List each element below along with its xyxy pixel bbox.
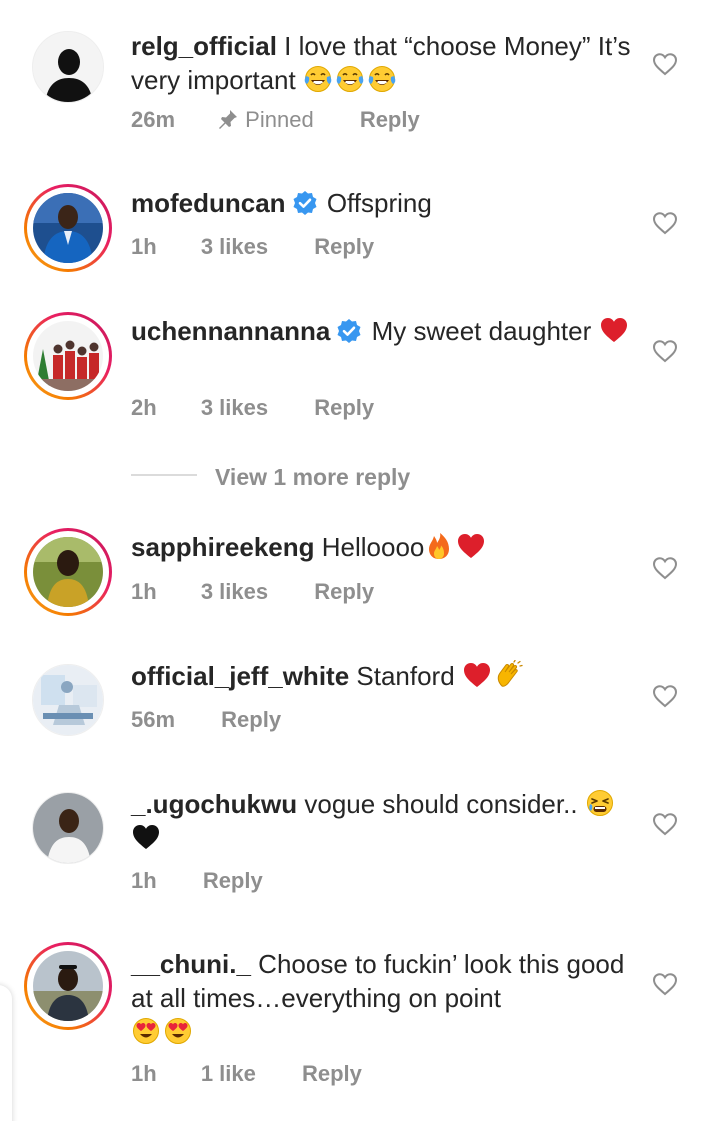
reply-button[interactable]: Reply xyxy=(314,232,374,262)
comment-text: Stanford xyxy=(356,661,455,691)
avatar[interactable] xyxy=(32,664,104,736)
view-more-replies[interactable]: View 1 more reply xyxy=(131,460,531,494)
like-heart-icon[interactable] xyxy=(652,339,678,363)
like-heart-icon[interactable] xyxy=(652,556,678,580)
avatar[interactable] xyxy=(24,184,112,272)
comment-body: official_jeff_white Stanford xyxy=(131,659,631,693)
comment-meta: 1h 3 likes Reply xyxy=(131,577,374,607)
comment-meta: 56m Reply xyxy=(131,705,281,735)
verified-badge-icon xyxy=(336,318,362,344)
verified-badge-icon xyxy=(292,190,318,216)
comment-time: 26m xyxy=(131,107,176,132)
comment-text: My sweet daughter xyxy=(371,316,592,346)
comment-likes[interactable]: 3 likes xyxy=(201,393,268,423)
comment-username[interactable]: relg_official xyxy=(131,31,277,61)
avatar[interactable] xyxy=(32,31,104,103)
comment-body: _.ugochukwu vogue should consider.. xyxy=(131,787,631,855)
comment-time: 1h xyxy=(131,234,157,259)
tears-of-joy-icon xyxy=(367,64,397,94)
avatar-man-blue-suit-icon xyxy=(33,193,103,263)
tears-of-joy-icon xyxy=(303,64,333,94)
like-heart-icon[interactable] xyxy=(652,684,678,708)
reply-button[interactable]: Reply xyxy=(302,1059,362,1089)
view-more-replies-label[interactable]: View 1 more reply xyxy=(215,460,410,494)
comment-text: vogue should consider.. xyxy=(304,789,578,819)
avatar-man-sunglasses-icon xyxy=(33,951,103,1021)
red-heart-icon xyxy=(456,531,486,561)
comment-likes[interactable]: 1 like xyxy=(201,1059,256,1089)
tired-face-icon xyxy=(585,788,615,818)
comment-time: 1h xyxy=(131,1061,157,1086)
reply-button[interactable]: Reply xyxy=(314,577,374,607)
like-heart-icon[interactable] xyxy=(652,972,678,996)
like-heart-icon[interactable] xyxy=(652,211,678,235)
comment-time: 1h xyxy=(131,579,157,604)
reply-button[interactable]: Reply xyxy=(360,105,420,135)
red-heart-icon xyxy=(462,660,492,690)
comment-username[interactable]: uchennannanna xyxy=(131,316,330,346)
avatar[interactable] xyxy=(24,528,112,616)
comment-time: 1h xyxy=(131,868,157,893)
avatar[interactable] xyxy=(24,312,112,400)
like-heart-icon[interactable] xyxy=(652,812,678,836)
comment-username[interactable]: __chuni._ xyxy=(131,949,251,979)
comment-meta: 26m Pinned Reply xyxy=(131,105,420,135)
comment-username[interactable]: official_jeff_white xyxy=(131,661,349,691)
avatar-room-light-icon xyxy=(32,664,104,736)
comment-body: mofeduncan Offspring xyxy=(131,186,631,220)
avatar[interactable] xyxy=(24,942,112,1030)
comment-time: 56m xyxy=(131,707,176,732)
comment-username[interactable]: mofeduncan xyxy=(131,188,286,218)
pinned-badge: Pinned xyxy=(217,105,314,135)
comment-text: Offspring xyxy=(326,188,432,218)
comment-likes[interactable]: 3 likes xyxy=(201,232,268,262)
black-heart-icon xyxy=(131,822,161,852)
comment-username[interactable]: _.ugochukwu xyxy=(131,789,297,819)
fire-icon xyxy=(424,531,454,561)
comment-meta: 2h 3 likes Reply xyxy=(131,393,374,423)
heart-eyes-icon xyxy=(163,1016,193,1046)
comment-meta: 1h 3 likes Reply xyxy=(131,232,374,262)
comment-meta: 1h 1 like Reply xyxy=(131,1059,362,1089)
comment-body: uchennannanna My sweet daughter xyxy=(131,314,631,348)
comment-text: Helloooo xyxy=(321,532,425,562)
reply-button[interactable]: Reply xyxy=(203,866,263,896)
heart-eyes-icon xyxy=(131,1016,161,1046)
reply-button[interactable]: Reply xyxy=(221,705,281,735)
avatar-woman-outdoors-icon xyxy=(33,537,103,607)
divider-line xyxy=(131,474,197,476)
comment-body: sapphireekeng Helloooo xyxy=(131,530,631,564)
pinned-label: Pinned xyxy=(245,107,314,132)
avatar-family-christmas-icon xyxy=(33,321,103,391)
clapping-hands-icon xyxy=(494,660,524,690)
comment-time: 2h xyxy=(131,395,157,420)
comment-body: relg_official I love that “choose Money”… xyxy=(131,29,631,97)
pin-icon xyxy=(217,108,239,130)
avatar-silhouette-icon xyxy=(32,31,104,103)
comment-body: __chuni._ Choose to fuckin’ look this go… xyxy=(131,947,631,1049)
like-heart-icon[interactable] xyxy=(652,52,678,76)
reply-button[interactable]: Reply xyxy=(314,393,374,423)
avatar-man-white-top-icon xyxy=(32,792,104,864)
floating-edge-panel xyxy=(0,985,12,1121)
comment-likes[interactable]: 3 likes xyxy=(201,577,268,607)
avatar[interactable] xyxy=(32,792,104,864)
red-heart-icon xyxy=(599,315,629,345)
tears-of-joy-icon xyxy=(335,64,365,94)
comment-meta: 1h Reply xyxy=(131,866,263,896)
comment-username[interactable]: sapphireekeng xyxy=(131,532,315,562)
